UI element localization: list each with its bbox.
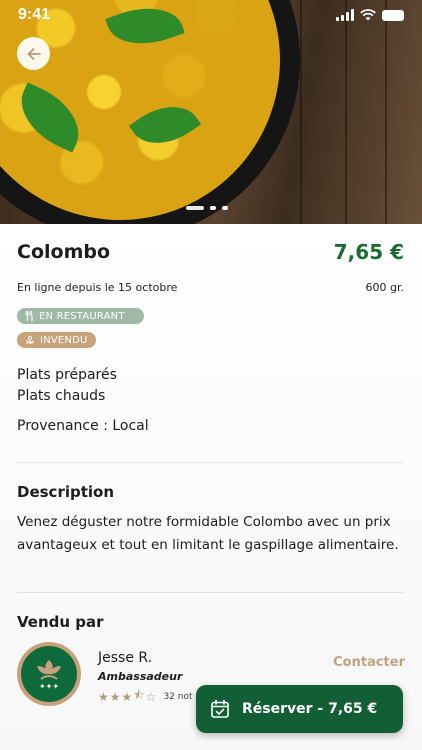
calendar-check-icon <box>211 699 229 718</box>
carousel-indicator <box>186 206 228 210</box>
fork-knife-icon <box>25 311 33 321</box>
divider <box>17 592 403 593</box>
seller-name: Jesse R. <box>98 650 153 666</box>
description-heading: Description <box>17 483 115 501</box>
star-full-icon: ★ <box>98 689 109 704</box>
reserve-button[interactable]: Réserver - 7,65 € <box>196 685 403 733</box>
product-title: Colombo <box>17 241 111 263</box>
product-price: 7,65 € <box>333 240 404 264</box>
battery-icon <box>382 9 404 21</box>
star-half-icon: ⯪ <box>133 688 145 702</box>
carousel-dot <box>222 206 228 210</box>
svg-text:✦✦✦: ✦✦✦ <box>39 682 59 691</box>
wifi-icon <box>360 9 376 21</box>
status-time: 9:41 <box>18 6 51 23</box>
badge-label: INVENDU <box>40 334 88 346</box>
hand-leaf-icon <box>26 335 35 344</box>
star-full-icon: ★ <box>109 689 121 704</box>
divider <box>17 462 403 463</box>
contact-button[interactable]: Contacter <box>333 655 405 670</box>
badge-invendu: INVENDU <box>17 332 96 348</box>
status-bar: 9:41 <box>0 0 422 34</box>
carousel-dot <box>210 206 216 210</box>
rating-count: 32 not <box>163 691 193 702</box>
seller-role: Ambassadeur <box>98 670 183 683</box>
star-empty-icon: ☆ <box>145 689 157 704</box>
product-weight: 600 gr. <box>365 281 404 294</box>
category-item: Plats préparés <box>17 367 117 383</box>
carousel-dot-active <box>186 206 204 210</box>
seller-avatar[interactable]: ✦✦✦ <box>17 642 81 706</box>
badge-label: EN RESTAURANT <box>39 310 125 322</box>
star-full-icon: ★ <box>121 689 133 704</box>
category-item: Plats chauds <box>17 388 106 404</box>
seller-heading: Vendu par <box>17 613 104 631</box>
description-text: Venez déguster notre formidable Colombo … <box>17 514 399 553</box>
ambassador-leaf-icon: ✦✦✦ <box>37 660 61 691</box>
online-since: En ligne depuis le 15 octobre <box>17 281 178 294</box>
badge-en-restaurant: EN RESTAURANT <box>17 308 144 324</box>
cellular-signal-icon <box>336 9 354 21</box>
back-button[interactable] <box>17 37 50 70</box>
reserve-label: Réserver - 7,65 € <box>242 701 378 717</box>
seller-rating: ★ ★ ★ ⯪ ☆ 32 not <box>98 686 193 707</box>
arrow-left-icon <box>27 47 41 60</box>
provenance: Provenance : Local <box>17 418 149 434</box>
